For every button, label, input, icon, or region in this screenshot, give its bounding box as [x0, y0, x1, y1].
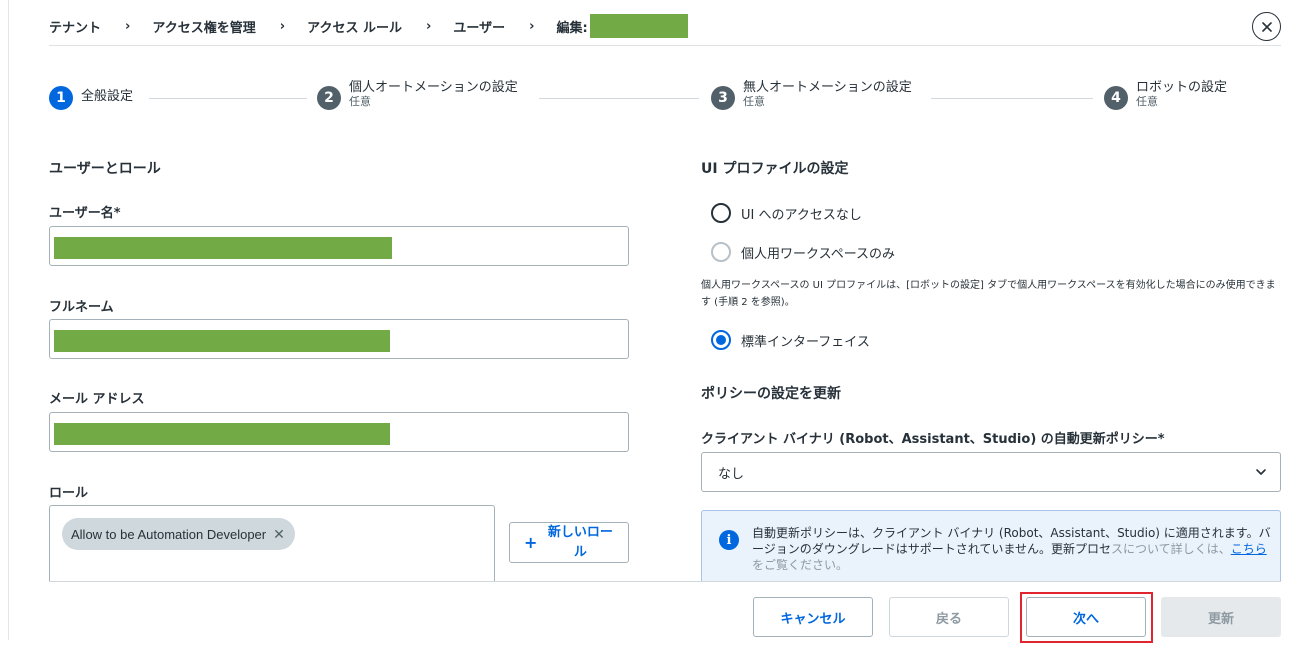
step-general-settings[interactable]: 1 全般設定 [49, 80, 133, 110]
roles-multiselect[interactable]: Allow to be Automation Developer ✕ [49, 505, 495, 581]
breadcrumb-users[interactable]: ユーザー [453, 17, 505, 36]
radio-button[interactable] [711, 330, 731, 350]
plus-icon: + [524, 533, 538, 552]
redacted-username [589, 14, 688, 38]
step-number: 1 [49, 86, 73, 110]
info-link[interactable]: こちら [1231, 542, 1267, 556]
redacted-value [54, 423, 390, 445]
back-button[interactable]: 戻る [889, 597, 1009, 637]
breadcrumb: テナント › アクセス権を管理 › アクセス ルール › ユーザー › 編集: [49, 10, 688, 42]
role-chip: Allow to be Automation Developer ✕ [62, 518, 295, 550]
step-connector [931, 98, 1093, 99]
users-roles-title: ユーザーとロール [49, 161, 161, 177]
radio-label: 個人用ワークスペースのみ [741, 246, 896, 262]
step-number: 2 [317, 86, 341, 110]
ui-profile-note: 個人用ワークスペースの UI プロファイルは、[ロボットの設定] タブで個人用ワ… [701, 280, 1276, 308]
step-number: 4 [1104, 86, 1128, 110]
radio-button[interactable] [711, 242, 731, 262]
new-role-label: 新しいロール [547, 524, 613, 560]
radio-label: UI へのアクセスなし [741, 207, 862, 223]
chevron-right-icon: › [279, 18, 286, 34]
step-connector [149, 98, 307, 99]
auto-update-policy-label: クライアント バイナリ (Robot、Assistant、Studio) の自動… [701, 432, 1165, 447]
step-label: 全般設定 [81, 89, 134, 104]
next-button[interactable]: 次へ [1026, 597, 1146, 637]
redacted-value [54, 330, 390, 352]
fullname-label: フルネーム [49, 300, 114, 315]
close-icon [1261, 21, 1272, 32]
info-banner: i 自動更新ポリシーは、クライアント バイナリ (Robot、Assistant… [701, 510, 1281, 581]
info-icon: i [719, 530, 739, 550]
breadcrumb-current: 編集: [556, 20, 588, 36]
radio-no-ui-access[interactable]: UI へのアクセスなし [711, 203, 862, 223]
breadcrumb-access-rules[interactable]: アクセス ルール [307, 17, 402, 36]
chevron-right-icon: › [125, 18, 131, 34]
step-optional: 任意 [743, 95, 765, 108]
step-personal-automation[interactable]: 2 個人オートメーションの設定 任意 [317, 80, 518, 110]
radio-button[interactable] [711, 203, 731, 223]
step-optional: 任意 [1136, 95, 1158, 108]
left-border [8, 0, 9, 640]
email-label: メール アドレス [49, 392, 145, 407]
step-unattended-automation[interactable]: 3 無人オートメーションの設定 任意 [711, 80, 912, 110]
username-label: ユーザー名* [49, 206, 121, 221]
step-label: ロボットの設定 [1136, 80, 1228, 95]
header-divider [49, 45, 1281, 46]
step-number: 3 [711, 86, 735, 110]
chevron-right-icon: › [529, 18, 535, 34]
select-value: なし [718, 466, 745, 482]
radio-personal-workspace[interactable]: 個人用ワークスペースのみ [711, 242, 895, 262]
info-text-faded-suffix: をご覧ください。 [752, 558, 849, 572]
update-policy-title: ポリシーの設定を更新 [701, 386, 841, 402]
redacted-value [54, 237, 392, 259]
radio-standard-interface[interactable]: 標準インターフェイス [711, 330, 870, 350]
radio-label: 標準インターフェイス [741, 334, 870, 350]
step-optional: 任意 [349, 95, 371, 108]
step-connector [539, 98, 699, 99]
step-robot-settings[interactable]: 4 ロボットの設定 任意 [1104, 80, 1227, 110]
breadcrumb-tenant[interactable]: テナント [49, 17, 101, 36]
fullname-input[interactable] [49, 319, 629, 359]
username-input[interactable] [49, 226, 629, 266]
wizard-stepper: 1 全般設定 2 個人オートメーションの設定 任意 3 無人オートメーションの設… [49, 80, 1281, 120]
step-label: 無人オートメーションの設定 [743, 80, 912, 95]
update-button[interactable]: 更新 [1161, 597, 1281, 637]
footer-divider [49, 581, 1281, 582]
info-text-faded: スについて詳しくは、 [1111, 542, 1231, 556]
new-role-button[interactable]: + 新しいロール [509, 522, 629, 563]
cancel-button[interactable]: キャンセル [753, 597, 873, 637]
close-button[interactable] [1252, 12, 1281, 41]
ui-profile-title: UI プロファイルの設定 [701, 161, 849, 177]
chevron-right-icon: › [425, 18, 432, 34]
role-chip-label: Allow to be Automation Developer [71, 526, 267, 542]
email-input[interactable] [49, 412, 629, 452]
remove-chip-icon[interactable]: ✕ [273, 526, 285, 543]
roles-label: ロール [49, 486, 89, 501]
info-text: 自動更新ポリシーは、クライアント バイナリ (Robot、Assistant、S… [752, 525, 1272, 573]
breadcrumb-manage-access[interactable]: アクセス権を管理 [152, 17, 255, 36]
chevron-down-icon [1256, 469, 1266, 475]
auto-update-policy-select[interactable]: なし [701, 452, 1281, 492]
step-label: 個人オートメーションの設定 [349, 80, 518, 95]
